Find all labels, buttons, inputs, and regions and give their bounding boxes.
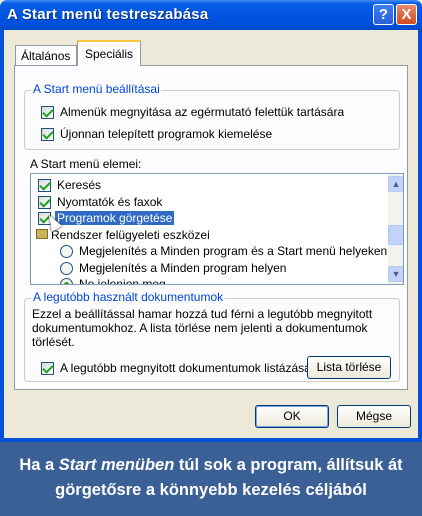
cancel-button[interactable]: Mégse — [337, 405, 411, 428]
items-list-label: A Start menü elemei: — [30, 157, 142, 171]
caption-line1-italic: Start menüben — [58, 456, 175, 474]
list-item-admin-tools: Rendszer felügyeleti eszközei — [51, 228, 210, 242]
list-item-printers[interactable]: Nyomtatók és faxok — [57, 195, 162, 209]
show-all-programs-radio[interactable] — [60, 262, 73, 275]
tab-advanced[interactable]: Speciális — [77, 40, 141, 66]
recent-docs-description-line1: Ezzel a beállítással hamar hozzá tud fér… — [32, 307, 373, 321]
window-frame-right — [418, 30, 422, 442]
help-button[interactable]: ? — [373, 4, 394, 25]
caption-line1-prefix: Ha a — [19, 456, 59, 474]
list-scrollbar[interactable]: ▲ ▼ — [388, 174, 403, 284]
scroll-up-button[interactable]: ▲ — [388, 176, 403, 192]
highlight-new-programs-checkbox[interactable] — [41, 128, 54, 141]
ok-button[interactable]: OK — [255, 405, 329, 428]
scroll-thumb[interactable] — [388, 225, 403, 245]
open-submenus-checkbox[interactable] — [41, 106, 54, 119]
highlight-new-programs-label: Újonnan telepített programok kiemelése — [60, 127, 273, 141]
recent-docs-description-line3: törlését. — [32, 335, 75, 349]
dialog-window: A Start menü testreszabása ? X Általános… — [0, 0, 422, 442]
scroll-down-button[interactable]: ▼ — [388, 266, 403, 282]
recent-docs-description-line2: dokumentumokhoz. A lista törlése nem jel… — [32, 321, 368, 335]
window-frame-left — [0, 30, 4, 442]
list-item-do-not-show[interactable]: Ne jelenjen meg — [79, 277, 166, 284]
title-bar[interactable]: A Start menü testreszabása ? X — [0, 0, 422, 30]
tools-icon — [36, 229, 48, 239]
do-not-show-radio[interactable] — [60, 278, 73, 284]
caption-banner: Ha a Start menüben túl sok a program, ál… — [0, 442, 422, 516]
caption-line2: görgetősre a könnyebb kezelés céljából — [55, 481, 367, 499]
list-recent-docs-label: A legutóbb megnyitott dokumentumok listá… — [60, 361, 311, 375]
caption-line1: Ha a Start menüben túl sok a program, ál… — [0, 453, 422, 478]
list-item-scroll-programs[interactable]: Programok görgetése — [55, 211, 175, 225]
recent-docs-legend: A legutóbb használt dokumentumok — [31, 290, 226, 304]
settings-legend: A Start menü beállításai — [31, 82, 162, 96]
caption-line1-suffix: túl sok a program, állítsuk át — [174, 456, 403, 474]
close-button[interactable]: X — [396, 4, 417, 25]
search-checkbox[interactable] — [38, 179, 51, 192]
window-title: A Start menü testreszabása — [7, 6, 209, 23]
show-all-programs-and-start-radio[interactable] — [60, 245, 73, 258]
start-menu-items-list[interactable]: Keresés Nyomtatók és faxok Programok gör… — [30, 173, 404, 285]
clear-list-button[interactable]: Lista törlése — [307, 356, 391, 379]
printers-checkbox[interactable] — [38, 196, 51, 209]
list-item-show-both[interactable]: Megjelenítés a Minden program és a Start… — [79, 244, 387, 258]
list-item-search[interactable]: Keresés — [57, 178, 101, 192]
open-submenus-label: Almenük megnyitása az egérmutató felettü… — [60, 105, 345, 119]
list-recent-docs-checkbox[interactable] — [41, 362, 54, 375]
list-item-show-all-programs[interactable]: Megjelenítés a Minden program helyen — [79, 261, 286, 275]
tab-general[interactable]: Általános — [15, 45, 77, 65]
settings-groupbox — [24, 90, 400, 150]
